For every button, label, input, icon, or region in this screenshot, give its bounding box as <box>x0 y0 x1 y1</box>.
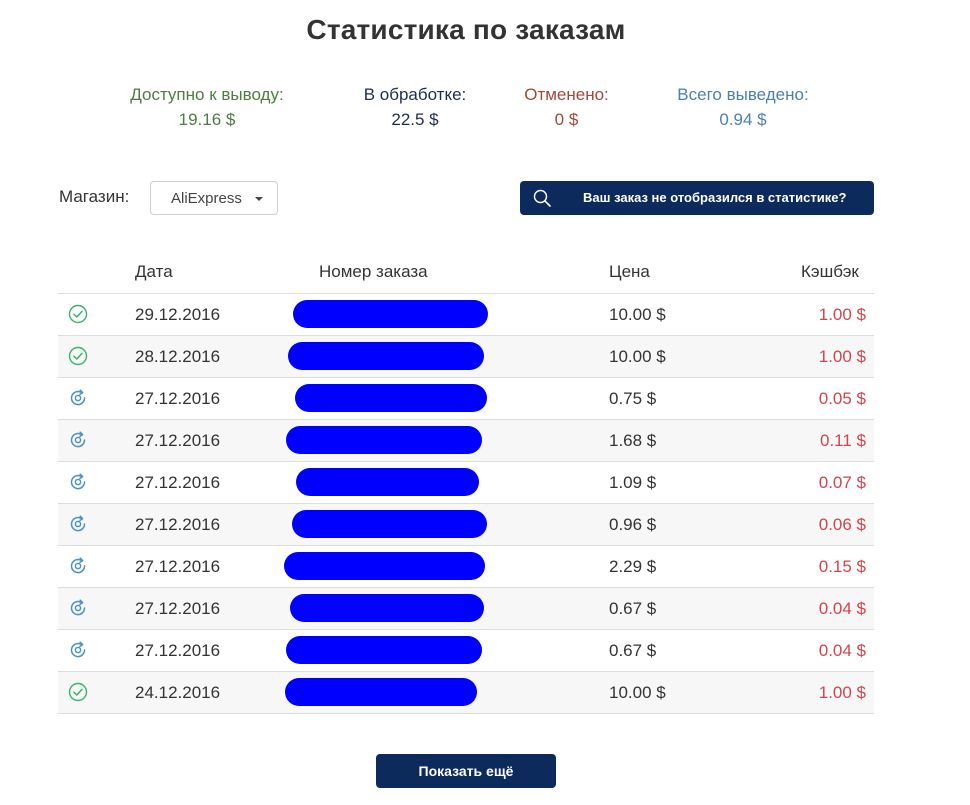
show-more-button[interactable]: Показать ещё <box>376 754 556 788</box>
row-date: 29.12.2016 <box>135 305 221 324</box>
check-icon <box>68 682 88 702</box>
check-icon <box>68 304 88 324</box>
table-row: 27.12.2016 0.67 $ 0.04 $ <box>58 630 874 672</box>
table-row: 28.12.2016 10.00 $ 1.00 $ <box>58 336 874 378</box>
row-cashback: 0.11 $ <box>819 431 866 450</box>
row-date: 27.12.2016 <box>135 557 221 576</box>
row-price: 2.29 $ <box>609 557 657 576</box>
table-row: 27.12.2016 1.09 $ 0.07 $ <box>58 462 874 504</box>
row-date: 27.12.2016 <box>135 641 221 660</box>
redacted-order-number <box>295 384 487 412</box>
shop-select-value: AliExpress <box>171 190 242 207</box>
table-row: 27.12.2016 2.29 $ 0.15 $ <box>58 546 874 588</box>
row-date: 28.12.2016 <box>135 347 221 366</box>
refresh-icon <box>68 598 88 618</box>
check-icon <box>68 346 88 366</box>
stat-cancelled-value: 0 $ <box>554 110 579 129</box>
redacted-order-number <box>290 594 484 622</box>
table-row: 27.12.2016 1.68 $ 0.11 $ <box>58 420 874 462</box>
orders-table: 29.12.2016 10.00 $ 1.00 $ 28.12.2016 10.… <box>58 293 874 714</box>
column-header-cashback: Кэшбэк <box>801 262 859 281</box>
row-price: 0.96 $ <box>609 515 657 534</box>
stat-withdrawn-value: 0.94 $ <box>719 110 767 129</box>
refresh-icon <box>68 640 88 660</box>
row-cashback: 1.00 $ <box>818 305 866 324</box>
row-cashback: 1.00 $ <box>818 683 866 702</box>
missing-order-label: Ваш заказ не отобразился в статистике? <box>583 190 847 205</box>
redacted-order-number <box>286 636 482 664</box>
row-price: 0.67 $ <box>609 641 657 660</box>
row-price: 1.09 $ <box>609 473 657 492</box>
row-date: 27.12.2016 <box>135 599 221 618</box>
row-date: 27.12.2016 <box>135 389 221 408</box>
stat-processing-value: 22.5 $ <box>391 110 439 129</box>
stat-processing: В обработке: 22.5 $ <box>355 82 475 132</box>
column-header-date: Дата <box>135 262 173 281</box>
row-cashback: 0.05 $ <box>818 389 866 408</box>
caret-down-icon <box>255 197 263 201</box>
table-row: 24.12.2016 10.00 $ 1.00 $ <box>58 672 874 714</box>
table-row: 27.12.2016 0.96 $ 0.06 $ <box>58 504 874 546</box>
stat-withdrawn: Всего выведено: 0.94 $ <box>665 82 821 132</box>
row-cashback: 0.06 $ <box>818 515 866 534</box>
stat-available: Доступно к выводу: 19.16 $ <box>122 82 292 132</box>
stat-processing-label: В обработке: <box>363 85 467 104</box>
row-price: 1.68 $ <box>609 431 657 450</box>
stat-withdrawn-label: Всего выведено: <box>677 85 809 104</box>
row-cashback: 1.00 $ <box>818 347 866 366</box>
redacted-order-number <box>284 552 485 580</box>
stat-cancelled: Отменено: 0 $ <box>515 82 618 132</box>
row-cashback: 0.04 $ <box>818 599 866 618</box>
table-row: 27.12.2016 0.67 $ 0.04 $ <box>58 588 874 630</box>
row-cashback: 0.15 $ <box>818 557 866 576</box>
redacted-order-number <box>286 426 482 454</box>
shop-select[interactable]: AliExpress <box>150 181 278 215</box>
row-cashback: 0.04 $ <box>818 641 866 660</box>
row-price: 10.00 $ <box>609 347 666 366</box>
redacted-order-number <box>285 678 477 706</box>
refresh-icon <box>68 388 88 408</box>
refresh-icon <box>68 514 88 534</box>
row-price: 0.67 $ <box>609 599 657 618</box>
redacted-order-number <box>293 300 488 328</box>
shop-label: Магазин: <box>59 187 130 206</box>
refresh-icon <box>68 430 88 450</box>
missing-order-button[interactable]: Ваш заказ не отобразился в статистике? <box>520 181 874 215</box>
column-header-order: Номер заказа <box>319 262 428 281</box>
stat-cancelled-label: Отменено: <box>524 85 609 104</box>
redacted-order-number <box>296 468 479 496</box>
refresh-icon <box>68 556 88 576</box>
table-row: 29.12.2016 10.00 $ 1.00 $ <box>58 294 874 336</box>
search-icon <box>533 189 551 210</box>
stat-available-label: Доступно к выводу: <box>130 85 284 104</box>
refresh-icon <box>68 472 88 492</box>
row-date: 24.12.2016 <box>135 683 221 702</box>
row-date: 27.12.2016 <box>135 473 221 492</box>
row-cashback: 0.07 $ <box>818 473 866 492</box>
redacted-order-number <box>292 510 487 538</box>
row-price: 10.00 $ <box>609 305 666 324</box>
row-date: 27.12.2016 <box>135 515 221 534</box>
table-row: 27.12.2016 0.75 $ 0.05 $ <box>58 378 874 420</box>
row-price: 10.00 $ <box>609 683 666 702</box>
column-header-price: Цена <box>609 262 650 281</box>
row-date: 27.12.2016 <box>135 431 221 450</box>
page-title: Статистика по заказам <box>306 14 626 45</box>
stat-available-value: 19.16 $ <box>178 110 236 129</box>
row-price: 0.75 $ <box>609 389 657 408</box>
redacted-order-number <box>288 342 484 370</box>
